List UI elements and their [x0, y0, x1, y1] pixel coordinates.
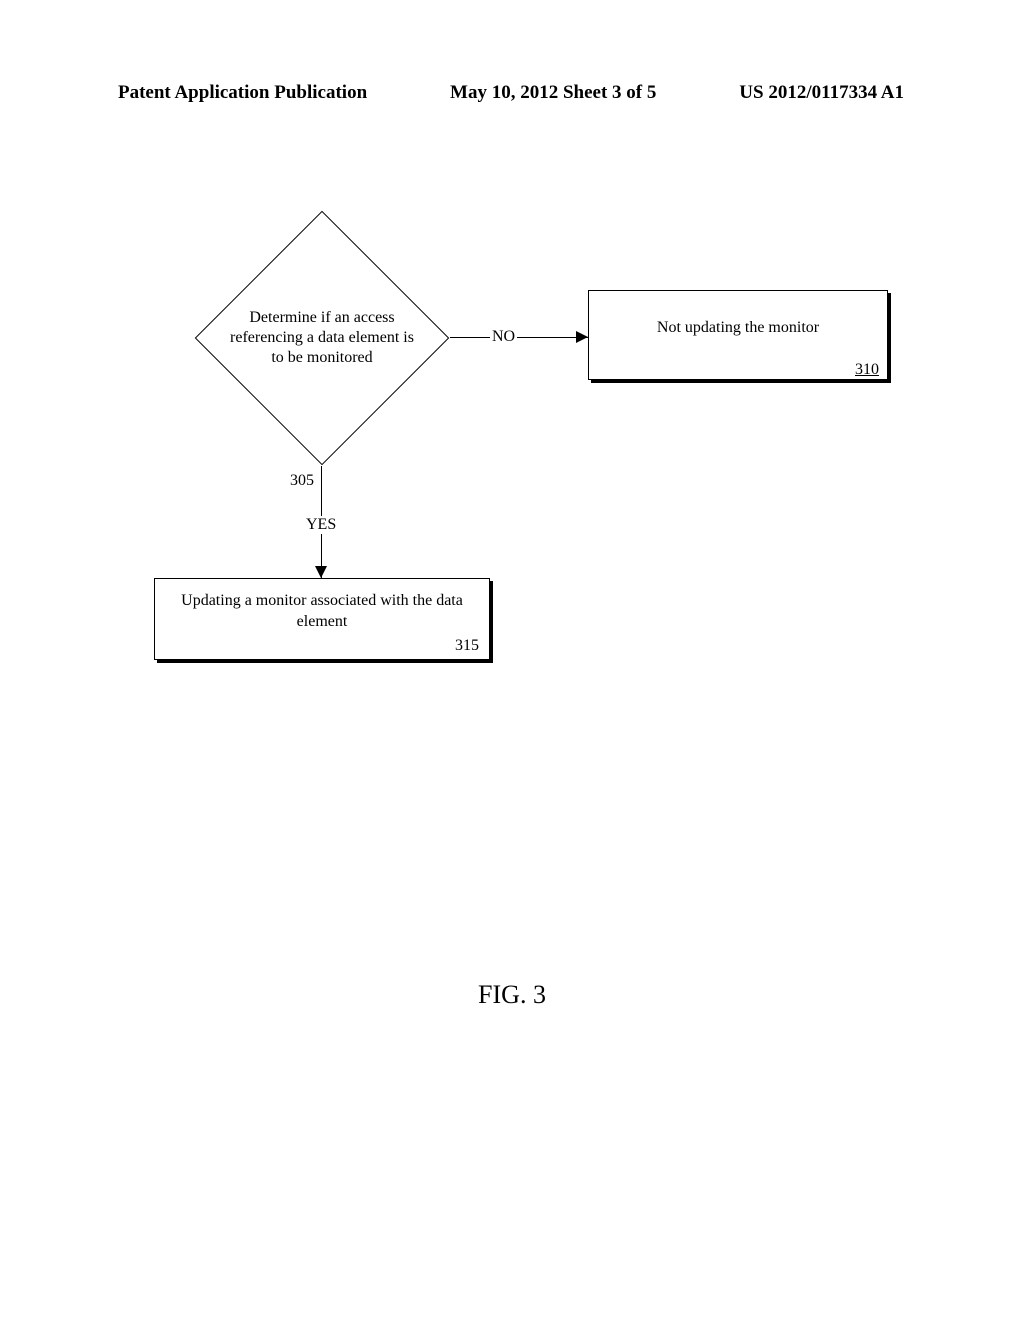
figure-caption: FIG. 3 [0, 980, 1024, 1010]
header-right: US 2012/0117334 A1 [739, 82, 904, 104]
connector-no-line [450, 337, 588, 338]
arrow-down-icon [315, 566, 327, 578]
arrow-right-icon [576, 331, 588, 343]
process-node-not-updating: Not updating the monitor 310 [588, 290, 888, 380]
page-header: Patent Application Publication May 10, 2… [0, 82, 1024, 104]
process-text: Not updating the monitor [589, 319, 887, 337]
header-center: May 10, 2012 Sheet 3 of 5 [367, 82, 739, 104]
decision-node: Determine if an access referencing a dat… [194, 210, 450, 466]
process-ref: 310 [855, 361, 879, 379]
process-node-updating: Updating a monitor associated with the d… [154, 578, 490, 660]
decision-text: Determine if an access referencing a dat… [194, 210, 450, 466]
header-left: Patent Application Publication [118, 82, 367, 104]
process-ref: 315 [455, 637, 479, 655]
decision-ref: 305 [290, 472, 314, 490]
flowchart-diagram: Determine if an access referencing a dat… [0, 210, 1024, 810]
edge-label-yes: YES [304, 516, 338, 534]
edge-label-no: NO [490, 328, 517, 346]
process-text: Updating a monitor associated with the d… [155, 591, 489, 633]
